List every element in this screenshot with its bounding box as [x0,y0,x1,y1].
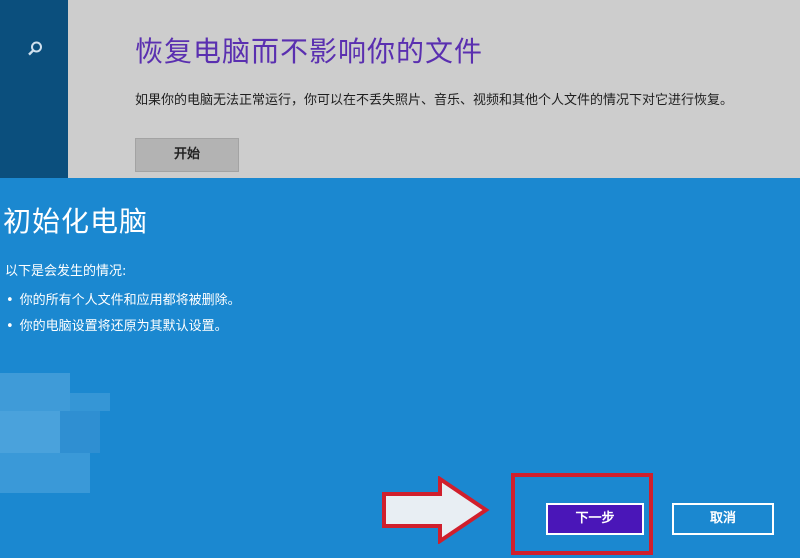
consequence-item: 你的电脑设置将还原为其默认设置。 [6,314,241,340]
recover-description: 如果你的电脑无法正常运行，你可以在不丢失照片、音乐、视频和其他个人文件的情况下对… [135,93,734,108]
consequence-list: 你的所有个人文件和应用都将被删除。 你的电脑设置将还原为其默认设置。 [6,288,241,340]
next-button[interactable]: 下一步 [546,503,644,535]
reset-pc-dialog: 初始化电脑 以下是会发生的情况: 你的所有个人文件和应用都将被删除。 你的电脑设… [0,178,800,558]
settings-sidebar [0,0,68,180]
dialog-title: 初始化电脑 [3,205,149,238]
search-icon[interactable] [26,40,44,58]
pixelated-watermark [0,373,110,493]
recover-title: 恢复电脑而不影响你的文件 [135,35,484,68]
background-settings-window: 恢复电脑而不影响你的文件 如果你的电脑无法正常运行，你可以在不丢失照片、音乐、视… [0,0,800,180]
dialog-subtitle: 以下是会发生的情况: [5,264,127,279]
consequence-item: 你的所有个人文件和应用都将被删除。 [6,288,241,314]
start-button[interactable]: 开始 [135,138,239,172]
cancel-button[interactable]: 取消 [672,503,774,535]
arrow-annotation-icon [380,475,490,545]
